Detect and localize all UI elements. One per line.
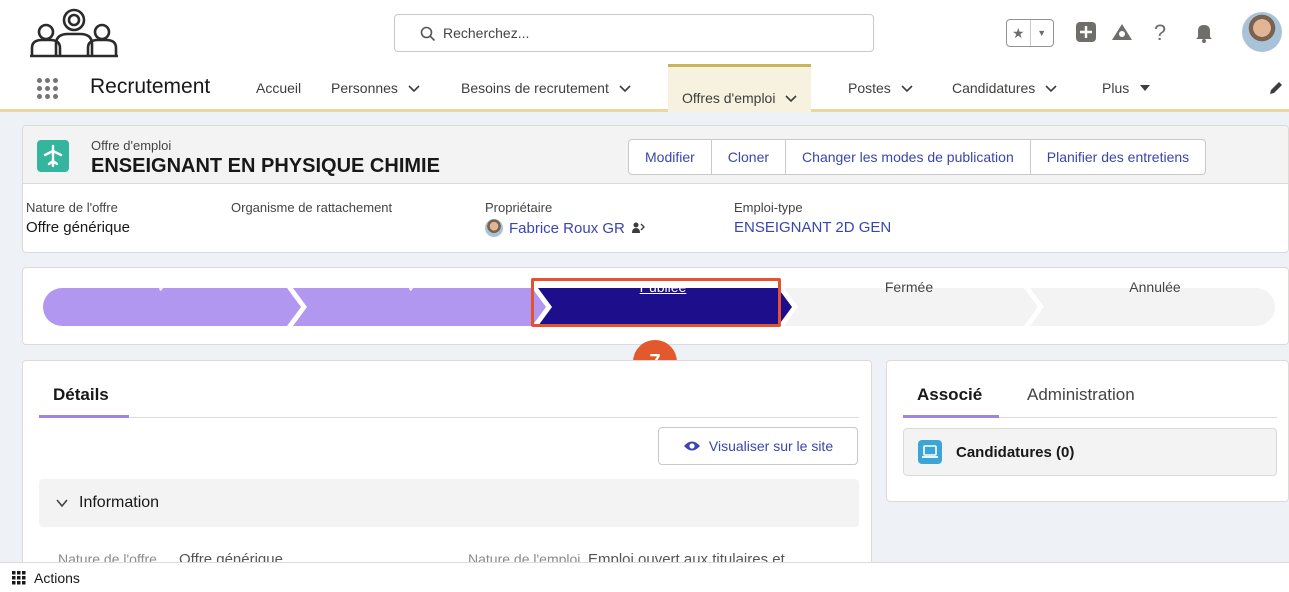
app-name: Recrutement: [90, 75, 211, 98]
actions-button[interactable]: Actions: [34, 570, 80, 586]
nav-item-besoins[interactable]: Besoins de recrutement: [461, 80, 631, 96]
logo-icon[interactable]: [26, 6, 122, 58]
tab-associe[interactable]: Associé: [917, 385, 982, 405]
tab-divider: [39, 417, 859, 418]
nav-item-label: Besoins de recrutement: [461, 80, 609, 96]
app-navigation: Recrutement Accueil Personnes Besoins de…: [0, 62, 1289, 112]
schedule-interviews-button[interactable]: Planifier des entretiens: [1029, 140, 1205, 174]
view-on-site-button[interactable]: Visualiser sur le site: [658, 427, 858, 465]
star-icon[interactable]: ★: [1007, 20, 1030, 46]
favorites-button[interactable]: ★ ▼: [1006, 19, 1054, 47]
change-publication-modes-button[interactable]: Changer les modes de publication: [785, 140, 1030, 174]
field-nature-offre: Nature de l'offre Offre générique: [26, 200, 130, 236]
tab-details[interactable]: Détails: [53, 385, 109, 405]
user-avatar[interactable]: [1242, 12, 1282, 52]
field-label: Propriétaire: [485, 200, 553, 215]
tab-administration[interactable]: Administration: [1027, 385, 1135, 405]
nav-item-personnes[interactable]: Personnes: [331, 80, 420, 96]
grid-icon: [12, 570, 26, 584]
nav-item-candidatures[interactable]: Candidatures: [952, 80, 1057, 96]
record-actions: Modifier Cloner Changer les modes de pub…: [628, 139, 1207, 175]
active-tab-indicator: [39, 415, 129, 418]
field-label: Emploi-type: [734, 200, 803, 215]
chevron-down-icon[interactable]: [901, 82, 913, 94]
owner-value[interactable]: Fabrice Roux GR: [485, 219, 645, 237]
path-stage-fermee[interactable]: Fermée: [784, 268, 1034, 306]
highlight-box: [531, 278, 781, 327]
active-tab-indicator: [903, 415, 999, 418]
chevron-down-icon: [56, 499, 68, 508]
help-icon[interactable]: ?: [1148, 20, 1172, 44]
chevron-down-icon[interactable]: [785, 92, 798, 104]
nav-item-accueil[interactable]: Accueil: [256, 80, 301, 96]
caret-down-icon[interactable]: [1139, 82, 1151, 94]
search-icon: [420, 26, 436, 42]
field-value: Offre générique: [26, 219, 130, 236]
section-information[interactable]: Information: [39, 479, 859, 527]
job-offer-icon: [37, 140, 69, 172]
field-label: Nature de l'offre: [26, 200, 118, 215]
nav-item-label: Postes: [848, 80, 891, 96]
global-header: Recherchez... ★ ▼ ?: [0, 0, 1289, 62]
field-organisme: Organisme de rattachement: [231, 200, 392, 219]
field-emploi-type: Emploi-type ENSEIGNANT 2D GEN: [734, 200, 891, 236]
nav-item-label: Personnes: [331, 80, 398, 96]
laptop-icon: [918, 440, 942, 464]
modifier-button[interactable]: Modifier: [629, 140, 711, 174]
chevron-down-icon[interactable]: [619, 82, 631, 94]
record-header-top: Offre d'emploi ENSEIGNANT EN PHYSIQUE CH…: [23, 126, 1288, 184]
path-stage-1[interactable]: ✓: [43, 268, 283, 306]
nav-item-label: Accueil: [256, 80, 302, 96]
plus-icon[interactable]: [1074, 20, 1098, 44]
nav-item-plus[interactable]: Plus: [1102, 80, 1151, 96]
edit-nav-icon[interactable]: [1268, 80, 1284, 96]
owner-avatar: [485, 219, 503, 237]
nav-item-label: Plus: [1102, 80, 1130, 96]
section-label: Information: [79, 494, 160, 511]
global-search[interactable]: Recherchez...: [394, 14, 874, 52]
path-stage-annulee[interactable]: Annulée: [1030, 268, 1280, 306]
eye-icon: [683, 441, 700, 451]
nav-item-postes[interactable]: Postes: [848, 80, 913, 96]
chevron-down-icon[interactable]: [1045, 82, 1057, 94]
nav-item-offres[interactable]: Offres d'emploi: [668, 64, 812, 112]
record-title: ENSEIGNANT EN PHYSIQUE CHIMIE: [91, 155, 440, 177]
view-on-site-label: Visualiser sur le site: [708, 438, 834, 454]
field-value-link[interactable]: ENSEIGNANT 2D GEN: [734, 219, 891, 236]
chevron-down-icon[interactable]: ▼: [1029, 20, 1054, 46]
field-label: Organisme de rattachement: [231, 200, 393, 215]
utility-bar: Actions: [0, 562, 1289, 592]
trailhead-icon[interactable]: [1110, 20, 1134, 44]
owner-name[interactable]: Fabrice Roux GR: [509, 220, 625, 237]
cloner-button[interactable]: Cloner: [710, 140, 785, 174]
svg-text:?: ?: [1154, 20, 1166, 44]
object-type-label: Offre d'emploi: [91, 138, 172, 153]
related-list-candidatures[interactable]: Candidatures (0): [903, 428, 1277, 476]
change-owner-icon[interactable]: [631, 221, 645, 235]
related-list-title[interactable]: Candidatures (0): [956, 444, 1074, 461]
nav-item-label: Candidatures: [952, 80, 1036, 96]
record-header: Offre d'emploi ENSEIGNANT EN PHYSIQUE CH…: [22, 125, 1289, 253]
chevron-down-icon[interactable]: [408, 82, 420, 94]
bell-icon[interactable]: [1192, 20, 1216, 44]
search-placeholder: Recherchez...: [443, 25, 530, 41]
path-stage-2[interactable]: ✓: [293, 268, 533, 306]
app-launcher-icon[interactable]: [37, 78, 59, 100]
nav-item-label: Offres d'emploi: [682, 89, 776, 106]
details-card: Détails Visualiser sur le site Informati…: [22, 360, 872, 592]
related-card: Associé Administration Candidatures (0): [886, 360, 1289, 502]
field-proprietaire: Propriétaire Fabrice Roux GR: [485, 200, 645, 237]
